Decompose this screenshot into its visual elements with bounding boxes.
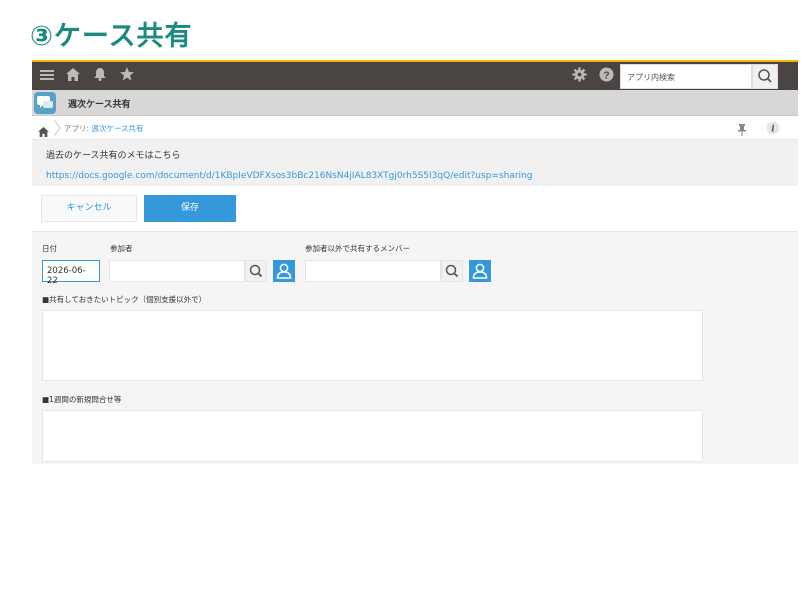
help-icon[interactable]: ? bbox=[597, 67, 615, 85]
participants-user-picker-button[interactable] bbox=[273, 260, 295, 282]
menu-icon[interactable] bbox=[38, 67, 56, 85]
app-icon bbox=[34, 92, 56, 114]
user-icon bbox=[472, 263, 488, 279]
search-icon bbox=[445, 264, 459, 278]
other-members-user-picker-button[interactable] bbox=[469, 260, 491, 282]
app-title: 週次ケース共有 bbox=[68, 100, 131, 110]
date-label: 日付 bbox=[42, 244, 57, 253]
breadcrumb: アプリ: 週次ケース共有 i bbox=[32, 116, 798, 140]
kintone-window: ? アプリ内検索 週次ケース共有 アプリ: 週次ケース共有 i 過去のケース共有… bbox=[32, 60, 798, 464]
inquiry-label: ■1週間の新規問合せ等 bbox=[42, 395, 122, 404]
participants-input[interactable] bbox=[109, 260, 245, 282]
inquiry-textarea[interactable] bbox=[42, 410, 703, 462]
other-members-input[interactable] bbox=[305, 260, 441, 282]
app-title-bar: 週次ケース共有 bbox=[32, 90, 798, 116]
breadcrumb-separator-icon bbox=[53, 119, 61, 140]
search-icon bbox=[249, 264, 263, 278]
topic-textarea[interactable] bbox=[42, 310, 703, 381]
action-bar: キャンセル 保存 bbox=[32, 186, 798, 232]
svg-text:i: i bbox=[771, 125, 775, 135]
global-header: ? アプリ内検索 bbox=[32, 62, 798, 90]
notice-link[interactable]: https://docs.google.com/document/d/1KBpI… bbox=[46, 171, 532, 181]
search-button[interactable] bbox=[752, 64, 778, 89]
slide-title: ③ケース共有 bbox=[30, 21, 193, 52]
record-form: 日付 2026-06-22 参加者 参加者以外で共有するメンバー ■共有しておき… bbox=[32, 232, 798, 464]
cancel-button[interactable]: キャンセル bbox=[41, 195, 137, 222]
home-icon[interactable] bbox=[38, 122, 49, 141]
gear-icon[interactable] bbox=[570, 67, 588, 85]
notice-panel: 過去のケース共有のメモはこちら https://docs.google.com/… bbox=[32, 140, 798, 186]
search-icon bbox=[758, 69, 772, 83]
participants-search-button[interactable] bbox=[245, 260, 267, 282]
breadcrumb-prefix: アプリ: bbox=[64, 124, 90, 133]
date-field[interactable]: 2026-06-22 bbox=[42, 260, 100, 286]
topic-label: ■共有しておきたいトピック（個別支援以外で） bbox=[42, 295, 207, 304]
user-icon bbox=[276, 263, 292, 279]
breadcrumb-text: アプリ: 週次ケース共有 bbox=[64, 123, 144, 134]
home-icon[interactable] bbox=[64, 67, 82, 85]
search-input[interactable]: アプリ内検索 bbox=[620, 64, 752, 89]
other-members-label: 参加者以外で共有するメンバー bbox=[305, 244, 410, 253]
breadcrumb-app-link[interactable]: 週次ケース共有 bbox=[91, 124, 143, 133]
other-members-search-button[interactable] bbox=[441, 260, 463, 282]
save-button[interactable]: 保存 bbox=[144, 195, 236, 222]
notice-text: 過去のケース共有のメモはこちら bbox=[46, 151, 181, 161]
pin-icon[interactable] bbox=[738, 121, 746, 140]
star-icon[interactable] bbox=[118, 67, 136, 85]
info-icon[interactable]: i bbox=[766, 120, 780, 139]
participants-label: 参加者 bbox=[110, 244, 133, 253]
bell-icon[interactable] bbox=[91, 67, 109, 85]
svg-text:?: ? bbox=[603, 70, 609, 81]
